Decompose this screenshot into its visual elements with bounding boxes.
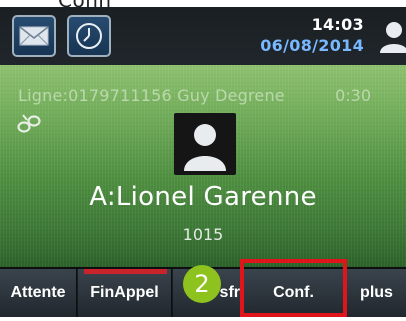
step-number-badge: 2 bbox=[183, 265, 221, 303]
more-softkey[interactable]: plus bbox=[347, 269, 406, 317]
line-info: Ligne:0179711156 Guy Degrene bbox=[18, 86, 285, 105]
callee-number: 1015 bbox=[182, 225, 224, 244]
envelope-icon bbox=[19, 26, 49, 46]
conference-highlight-box bbox=[240, 259, 347, 317]
end-call-softkey[interactable]: FinAppel bbox=[78, 269, 172, 317]
status-date: 06/08/2014 bbox=[260, 36, 364, 55]
contact-avatar bbox=[174, 113, 236, 175]
messages-button[interactable] bbox=[12, 15, 56, 57]
end-call-label: FinAppel bbox=[90, 284, 159, 301]
callee-name: A:Lionel Garenne bbox=[89, 182, 317, 212]
call-duration: 0:30 bbox=[335, 86, 371, 105]
clock-icon bbox=[76, 23, 102, 49]
contact-avatar-icon bbox=[184, 124, 226, 171]
status-bar: 14:03 06/08/2014 bbox=[0, 7, 406, 65]
user-icon[interactable] bbox=[378, 19, 406, 53]
active-call-panel[interactable]: Ligne:0179711156 Guy Degrene 0:30 A:Lion… bbox=[0, 65, 406, 267]
recent-calls-button[interactable] bbox=[67, 15, 111, 57]
end-call-indicator bbox=[84, 269, 167, 274]
link-icon bbox=[17, 114, 41, 133]
hold-softkey[interactable]: Attente bbox=[0, 269, 77, 317]
status-time: 14:03 bbox=[311, 15, 364, 34]
photo-frame: Conn 14:03 06/08/2014 Ligne:0179711156 G… bbox=[0, 0, 406, 321]
transfer-label: sfr bbox=[219, 284, 240, 301]
